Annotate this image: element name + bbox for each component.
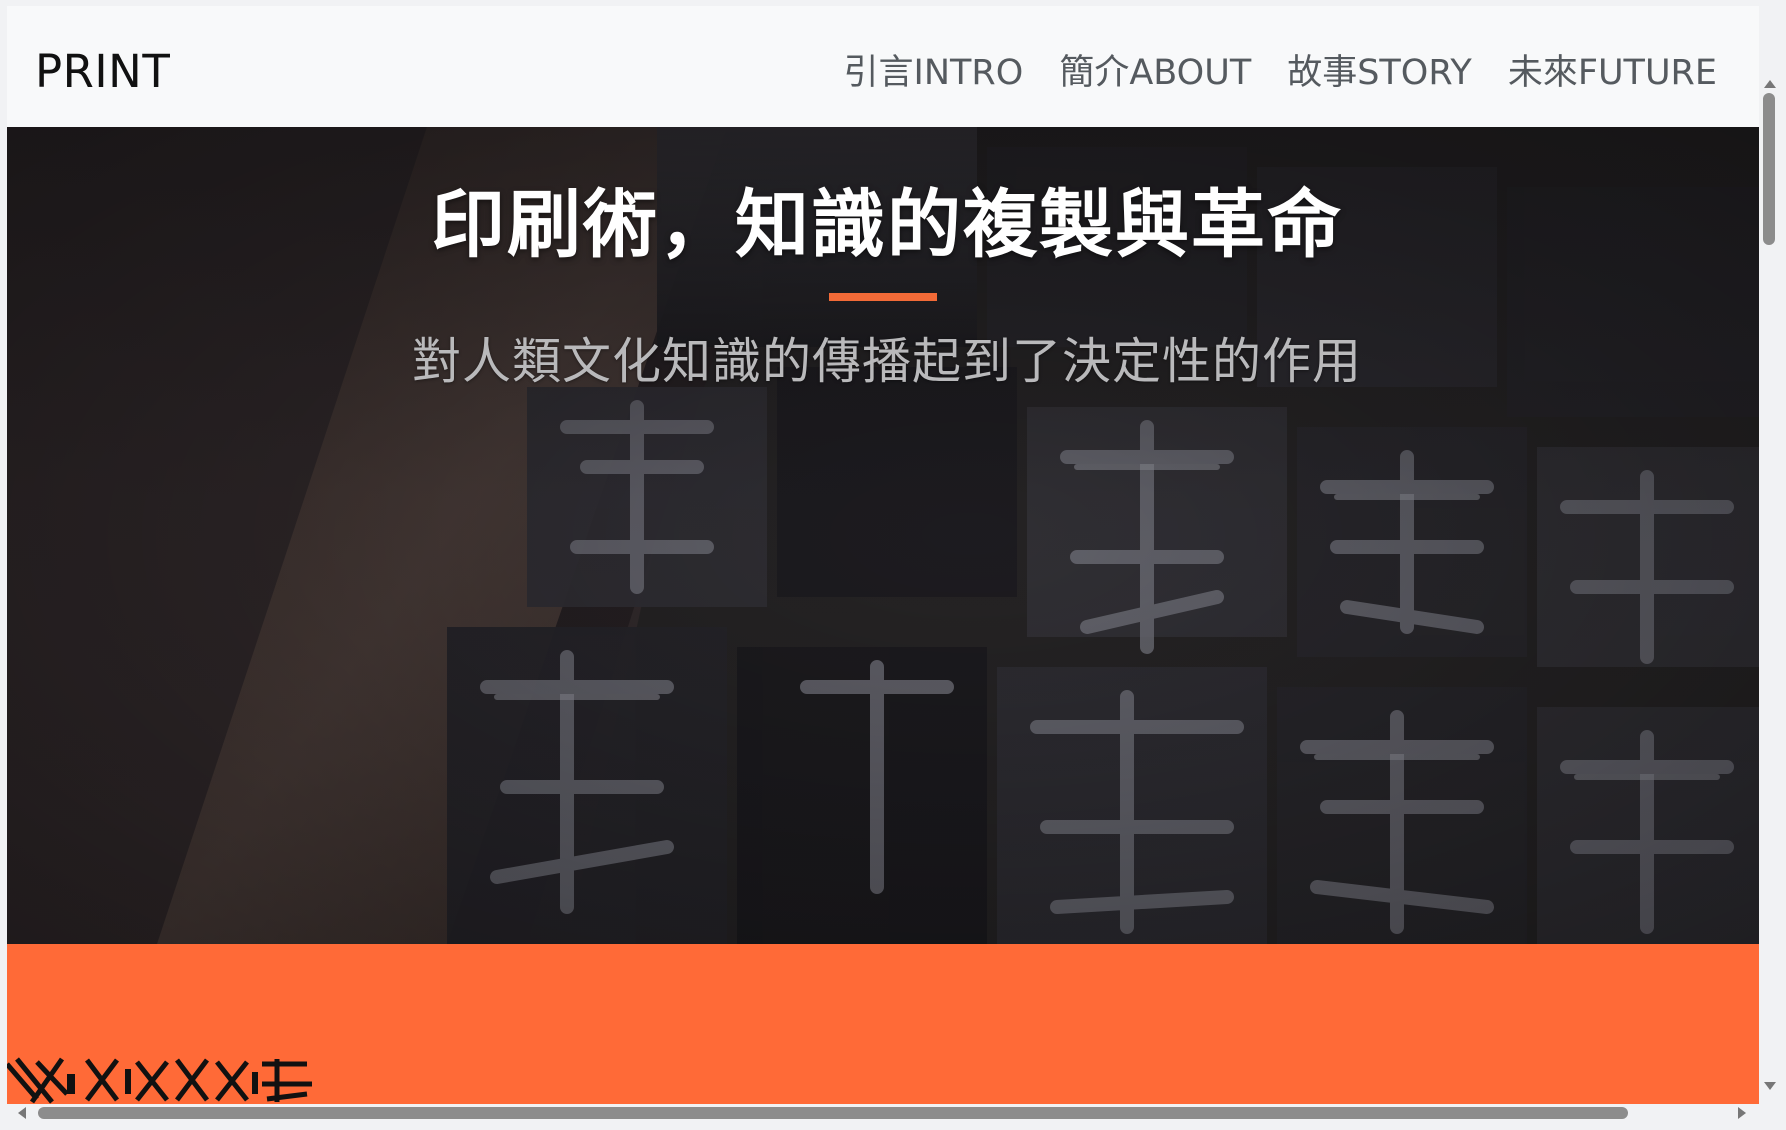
- scroll-right-arrow-icon[interactable]: [1738, 1107, 1746, 1119]
- nav-link-future[interactable]: 未來FUTURE: [1508, 48, 1717, 98]
- woodcut-pattern-image: [7, 1054, 319, 1104]
- horizontal-scrollbar-thumb[interactable]: [38, 1107, 1628, 1119]
- hero-divider: [829, 293, 937, 301]
- page-viewport: PRINT 引言INTRO 簡介ABOUT 故事STORY 未來FUTURE 印…: [7, 6, 1759, 1104]
- nav-links: 引言INTRO 簡介ABOUT 故事STORY 未來FUTURE: [844, 48, 1717, 98]
- hero-subtitle: 對人類文化知識的傳播起到了決定性的作用: [411, 333, 1362, 390]
- hero-title: 印刷術，知識的複製與革命: [431, 182, 1343, 268]
- scroll-down-arrow-icon[interactable]: [1764, 1082, 1776, 1090]
- vertical-scrollbar-thumb[interactable]: [1763, 93, 1775, 245]
- scroll-left-arrow-icon[interactable]: [18, 1107, 26, 1119]
- browser-window: PRINT 引言INTRO 簡介ABOUT 故事STORY 未來FUTURE 印…: [0, 0, 1786, 1130]
- nav-link-about[interactable]: 簡介ABOUT: [1059, 48, 1251, 98]
- nav-link-intro[interactable]: 引言INTRO: [844, 48, 1024, 98]
- navbar: PRINT 引言INTRO 簡介ABOUT 故事STORY 未來FUTURE: [7, 6, 1759, 127]
- nav-link-story[interactable]: 故事STORY: [1287, 48, 1472, 98]
- brand-logo[interactable]: PRINT: [35, 42, 170, 102]
- scroll-up-arrow-icon[interactable]: [1764, 80, 1776, 88]
- hero-section: 印刷術，知識的複製與革命 對人類文化知識的傳播起到了決定性的作用: [7, 127, 1759, 944]
